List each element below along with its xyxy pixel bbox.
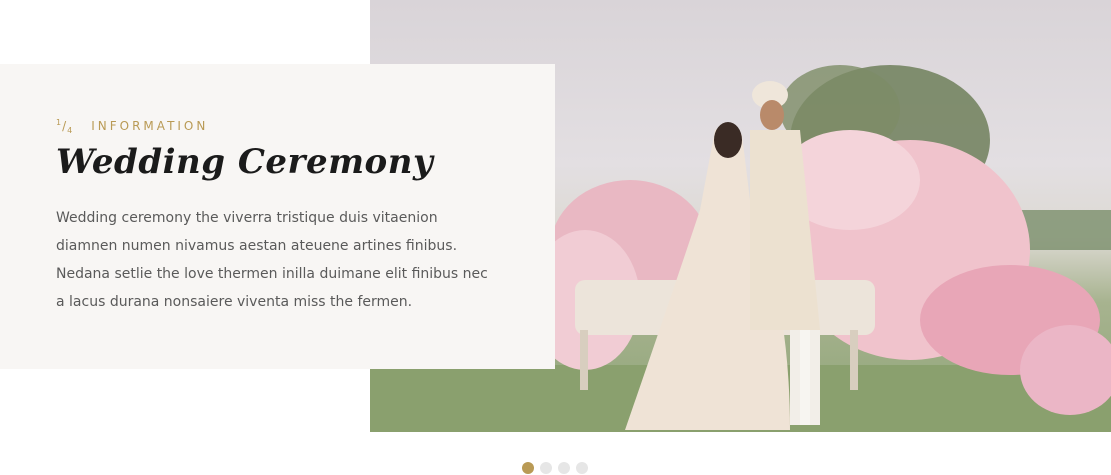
pagination-dots <box>522 462 588 474</box>
pagination-dot-3[interactable] <box>558 462 570 474</box>
kicker-label: INFORMATION <box>91 119 209 133</box>
slide-kicker: 1/4 INFORMATION <box>56 118 208 135</box>
pagination-dot-2[interactable] <box>540 462 552 474</box>
pagination-dot-1[interactable] <box>522 462 534 474</box>
slide-counter: 1/4 <box>56 118 74 135</box>
slide-description: Wedding ceremony the viverra tristique d… <box>56 210 488 310</box>
slide-total: 4 <box>67 126 74 135</box>
pagination-dot-4[interactable] <box>576 462 588 474</box>
slide-index: 1 <box>56 118 63 127</box>
slide-title: Wedding Ceremony <box>56 142 434 182</box>
